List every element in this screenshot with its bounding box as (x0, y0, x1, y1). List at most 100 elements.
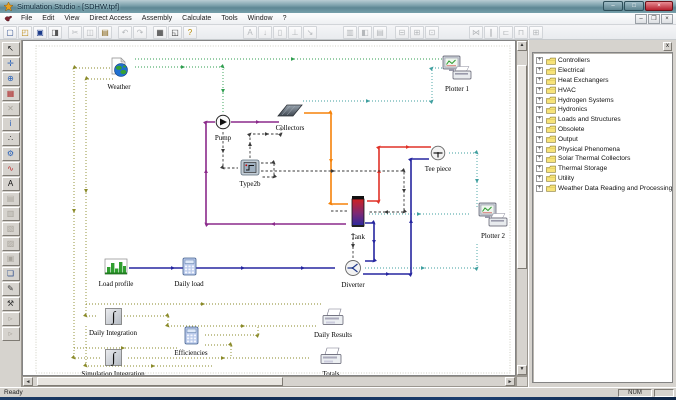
component-tank[interactable]: Tank (318, 195, 398, 242)
cut-icon[interactable]: ✂ (68, 26, 82, 39)
redo-icon[interactable]: ↷ (133, 26, 147, 39)
align-bottom-icon[interactable]: ⊡ (425, 26, 439, 39)
grid-tool-1-icon[interactable]: ▤ (2, 192, 20, 206)
save-icon[interactable]: ▣ (33, 26, 47, 39)
expand-icon[interactable]: + (536, 67, 543, 74)
run-tool-1-icon[interactable]: ▹ (2, 312, 20, 326)
wrench-tool-icon[interactable]: ⚙ (2, 147, 20, 161)
canvas-horizontal-scrollbar[interactable]: ◄ ► (22, 376, 516, 387)
tree-item-physical-phenomena[interactable]: +Physical Phenomena (536, 144, 672, 154)
copy-icon[interactable]: ◫ (83, 26, 97, 39)
frame-icon[interactable]: ▯ (273, 26, 287, 39)
menu-item-view[interactable]: View (59, 14, 84, 23)
component-daily-load[interactable]: >Daily load (149, 257, 229, 289)
direct-access-tool-icon[interactable]: ▦ (2, 87, 20, 101)
zoom-tool-icon[interactable]: ⊕ (2, 72, 20, 86)
document-tool-icon[interactable]: ❏ (2, 267, 20, 281)
save-all-icon[interactable]: ◨ (48, 26, 62, 39)
plug-tool-icon[interactable]: ▨ (2, 237, 20, 251)
text-tool-icon[interactable]: A (2, 177, 20, 191)
run-tool-2-icon[interactable]: ▹ (2, 327, 20, 341)
close-button[interactable]: × (645, 1, 673, 11)
menu-item-window[interactable]: Window (243, 14, 278, 23)
scroll-down-arrow[interactable]: ▼ (517, 365, 527, 375)
tree-item-output[interactable]: +Output (536, 134, 672, 144)
tree-item-obsolete[interactable]: +Obsolete (536, 125, 672, 135)
component-totals[interactable]: Totals (291, 346, 371, 376)
expand-icon[interactable]: + (536, 97, 543, 104)
canvas-vertical-scrollbar[interactable]: ▲ ▼ (516, 40, 528, 376)
new-icon[interactable]: ▢ (3, 26, 17, 39)
scroll-up-arrow[interactable]: ▲ (517, 41, 527, 51)
expand-icon[interactable]: + (536, 106, 543, 113)
flip-vertical-icon[interactable]: ↓ (258, 26, 272, 39)
help-icon[interactable]: ? (183, 26, 197, 39)
menu-item-tools[interactable]: Tools (216, 14, 242, 23)
same-height-icon[interactable]: ⊓ (514, 26, 528, 39)
pan-tool-icon[interactable]: ✛ (2, 57, 20, 71)
menu-item-calculate[interactable]: Calculate (177, 14, 216, 23)
component-tee-piece[interactable]: Tee piece (398, 145, 478, 174)
tree-item-hvac[interactable]: +HVAC (536, 85, 672, 95)
component-plotter-2[interactable]: Plotter 2 (453, 202, 516, 241)
tree-item-hydronics[interactable]: +Hydronics (536, 105, 672, 115)
space-across-icon[interactable]: ⋈ (469, 26, 483, 39)
expand-icon[interactable]: + (536, 146, 543, 153)
expand-icon[interactable]: + (536, 155, 543, 162)
menu-item--[interactable]: ? (278, 14, 292, 23)
tree-item-loads-and-structures[interactable]: +Loads and Structures (536, 115, 672, 125)
vertical-scroll-thumb[interactable] (517, 65, 527, 269)
space-down-icon[interactable]: ∥ (484, 26, 498, 39)
expand-icon[interactable]: + (536, 165, 543, 172)
mdi-restore-button[interactable]: ❐ (648, 14, 660, 24)
print-preview-icon[interactable]: ◱ (168, 26, 182, 39)
open-icon[interactable]: ◰ (18, 26, 32, 39)
maximize-button[interactable]: □ (624, 1, 644, 11)
align-left-icon[interactable]: ▥ (343, 26, 357, 39)
tree-item-weather-data-reading-and-processing[interactable]: +Weather Data Reading and Processing (536, 183, 672, 193)
print-icon[interactable]: ▦ (153, 26, 167, 39)
layout-tool-icon[interactable]: ▧ (2, 222, 20, 236)
component-daily-integration[interactable]: ∫Daily Integration (73, 308, 153, 338)
tree-item-heat-exchangers[interactable]: +Heat Exchangers (536, 76, 672, 86)
component-plotter-1[interactable]: Plotter 1 (417, 55, 497, 94)
rotate-text-icon[interactable]: A (243, 26, 257, 39)
expand-icon[interactable]: + (536, 126, 543, 133)
menu-item-assembly[interactable]: Assembly (137, 14, 177, 23)
tree-item-utility[interactable]: +Utility (536, 174, 672, 184)
pen-tool-icon[interactable]: ✎ (2, 282, 20, 296)
align-middle-icon[interactable]: ⊞ (410, 26, 424, 39)
paste-icon[interactable]: ▤ (98, 26, 112, 39)
tree-item-electrical[interactable]: +Electrical (536, 66, 672, 76)
diagram-canvas[interactable]: WeatherPumpCollectorsType2bTankTee piece… (22, 40, 516, 376)
sheet-tool-icon[interactable]: ▣ (2, 252, 20, 266)
scroll-left-arrow[interactable]: ◄ (23, 377, 33, 386)
grid-tool-2-icon[interactable]: ▥ (2, 207, 20, 221)
component-collectors[interactable]: Collectors (250, 102, 330, 133)
undo-icon[interactable]: ↶ (118, 26, 132, 39)
expand-icon[interactable]: + (536, 77, 543, 84)
minimize-button[interactable]: – (603, 1, 623, 11)
expand-icon[interactable]: + (536, 87, 543, 94)
tree-item-controllers[interactable]: +Controllers (536, 56, 672, 66)
mdi-close-button[interactable]: × (661, 14, 673, 24)
diagonal-icon[interactable]: ↘ (303, 26, 317, 39)
expand-icon[interactable]: + (536, 175, 543, 182)
delete-tool-icon[interactable]: ✕ (2, 102, 20, 116)
select-tool-icon[interactable]: ↖ (2, 42, 20, 56)
tree-item-solar-thermal-collectors[interactable]: +Solar Thermal Collectors (536, 154, 672, 164)
align-top-icon[interactable]: ⊟ (395, 26, 409, 39)
same-width-icon[interactable]: ⊏ (499, 26, 513, 39)
component-simulation-integration[interactable]: ∫Simulation Integration (73, 349, 153, 377)
probe-tool-icon[interactable]: ∴ (2, 132, 20, 146)
align-right-icon[interactable]: ▤ (373, 26, 387, 39)
expand-icon[interactable]: + (536, 57, 543, 64)
component-daily-results[interactable]: Daily Results (293, 307, 373, 340)
component-weather[interactable]: Weather (79, 57, 159, 92)
menu-item-file[interactable]: File (16, 14, 37, 23)
component-diverter[interactable]: Diverter (313, 259, 393, 290)
tree-item-thermal-storage[interactable]: +Thermal Storage (536, 164, 672, 174)
mdi-minimize-button[interactable]: – (635, 14, 647, 24)
build-tool-icon[interactable]: ⚒ (2, 297, 20, 311)
expand-icon[interactable]: + (536, 185, 543, 192)
